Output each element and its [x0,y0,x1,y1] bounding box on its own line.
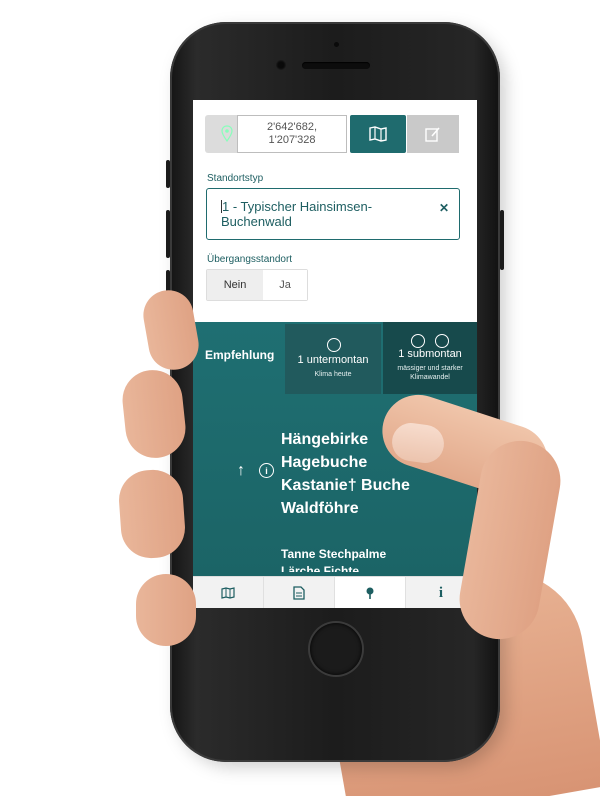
camera-icon [334,42,339,47]
phone-scene: 2'642'682, 1'207'328 Standortstyp 1 - Ty… [0,0,600,796]
finger [136,574,196,646]
toggle-ja[interactable]: Ja [263,270,307,300]
species-cut: Lärche Fichte [281,564,360,572]
map-icon [221,587,235,599]
zone-current[interactable]: 1 untermontan Klima heute [285,324,381,394]
standortstyp-select[interactable]: 1 - Typischer Hainsimsen-Buchenwald ✕ [206,188,460,240]
map-button[interactable] [350,115,406,153]
standortstyp-label: Standortstyp [207,173,264,184]
location-icon [366,587,374,599]
document-icon [293,586,305,600]
species-other: Tanne Stechpalme [281,547,387,561]
uebergang-toggle[interactable]: Nein Ja [206,269,308,301]
info-icon: i [438,584,444,601]
toggle-nein[interactable]: Nein [207,270,263,300]
globe-icon [411,334,425,348]
coordinates-field[interactable]: 2'642'682, 1'207'328 [237,115,347,153]
zone-current-sub: Klima heute [314,371,352,378]
species-item: Kastanie† Buche [281,477,410,494]
recommendation-title: Empfehlung [205,348,275,362]
zone-future-sub: mässiger und starker Klimawandel [397,365,463,381]
nav-document[interactable] [264,577,335,608]
zone-future[interactable]: 1 submontan mässiger und starker Klimawa… [383,322,477,394]
home-button[interactable] [310,623,362,675]
nav-location[interactable] [335,577,406,608]
bottom-nav: i [193,576,477,608]
zone-future-name: submontan [407,348,462,360]
finger [117,467,187,561]
speaker-grille [302,62,370,69]
app-screen: 2'642'682, 1'207'328 Standortstyp 1 - Ty… [193,100,477,608]
arrow-up-icon: ↑ [237,462,245,479]
info-icon[interactable]: i [259,463,274,478]
globe-icon [327,338,341,352]
standortstyp-value: 1 - Typischer Hainsimsen-Buchenwald [221,199,373,229]
front-camera-icon [276,60,286,70]
map-icon [369,126,387,142]
edit-icon [425,127,440,142]
location-pin-icon [221,125,233,143]
coordinates-line-2: 1'207'328 [268,134,316,146]
edit-button[interactable] [407,115,459,153]
nav-map[interactable] [193,577,264,608]
close-icon[interactable]: ✕ [439,201,449,215]
zone-current-name: untermontan [306,354,369,366]
globe-icon [435,334,449,348]
species-item: Waldföhre [281,500,359,517]
uebergang-label: Übergangsstandort [207,254,293,265]
coordinates-line-1: 2'642'682, [266,121,318,133]
